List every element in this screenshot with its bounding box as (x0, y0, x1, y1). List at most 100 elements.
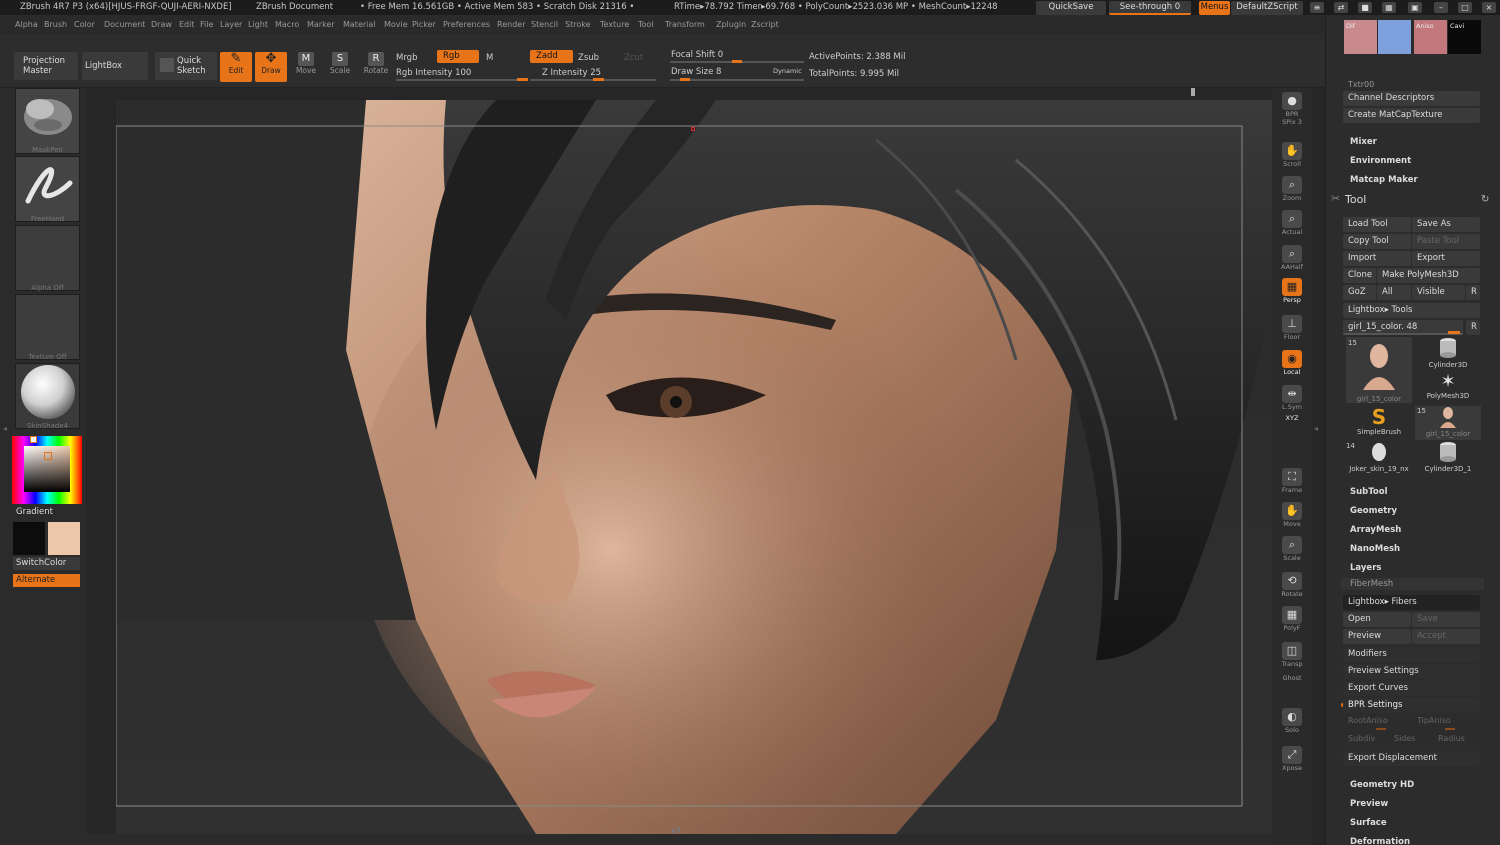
zsub-button[interactable]: Zsub (578, 53, 599, 63)
bpr-settings-section[interactable]: BPR Settings (1343, 698, 1480, 713)
sides-slider[interactable]: Sides (1394, 734, 1415, 743)
menus-button[interactable]: Menus (1199, 1, 1230, 15)
goz-all-button[interactable]: All (1377, 285, 1411, 300)
shelf-button-floor[interactable]: ⊥ Floor (1277, 313, 1307, 345)
z-intensity-handle[interactable] (593, 78, 604, 81)
open-button[interactable]: Open (1343, 612, 1411, 627)
tool-tile-cylinder[interactable]: Cylinder3D (1415, 337, 1481, 369)
menu-item[interactable]: Texture (600, 16, 629, 34)
menu-item[interactable]: Color (74, 16, 95, 34)
minimize-icon[interactable]: – (1434, 2, 1448, 13)
maximize-icon[interactable]: □ (1458, 2, 1472, 13)
rgb-intensity-handle[interactable] (517, 78, 528, 81)
menu-item[interactable]: Brush (44, 16, 67, 34)
layout-icon[interactable]: ≡ (1310, 2, 1324, 13)
scale-button[interactable]: S Scale (324, 52, 356, 82)
material-thumbnail[interactable] (15, 363, 80, 429)
geometry-section[interactable]: Geometry (1350, 506, 1397, 516)
environment-section[interactable]: Environment (1350, 156, 1411, 166)
paste-tool-button[interactable]: Paste Tool (1412, 234, 1480, 249)
color-picker[interactable] (12, 436, 82, 504)
shelf-button-scale[interactable]: ⌕ Scale (1277, 534, 1307, 566)
menu-item[interactable]: Preferences (443, 16, 490, 34)
default-zscript-button[interactable]: DefaultZScript (1231, 1, 1303, 15)
draw-size-slider[interactable]: Draw Size 8 (671, 67, 721, 77)
projection-master-button[interactable]: Projection Master (14, 52, 78, 80)
rootaniso-handle[interactable] (1376, 728, 1386, 730)
refresh-icon[interactable]: ↻ (1481, 194, 1489, 205)
gradient-label[interactable]: Gradient (16, 507, 53, 517)
menu-item[interactable]: Stencil (531, 16, 558, 34)
current-tool-r-button[interactable]: R (1466, 320, 1480, 335)
see-through-slider[interactable]: See-through 0 (1109, 1, 1191, 15)
preview-settings-section[interactable]: Preview Settings (1343, 664, 1480, 679)
menu-item[interactable]: Light (248, 16, 268, 34)
primary-color-swatch[interactable] (13, 522, 45, 555)
subdiv-slider[interactable]: Subdiv (1348, 734, 1375, 743)
focal-shift-slider[interactable]: Focal Shift 0 (671, 50, 723, 60)
z-intensity-slider[interactable]: Z Intensity 25 (542, 68, 601, 78)
rotate-button[interactable]: R Rotate (360, 52, 392, 82)
alternate-button[interactable]: Alternate (13, 574, 80, 587)
goz-visible-button[interactable]: Visible (1412, 285, 1465, 300)
tool-tile-girl[interactable]: 15 girl_15_color (1346, 337, 1412, 403)
fibermesh-section[interactable]: FiberMesh (1341, 578, 1484, 590)
palette-icon[interactable]: ▦ (1382, 2, 1396, 13)
menu-item[interactable]: Document (104, 16, 145, 34)
alpha-thumbnail[interactable] (15, 225, 80, 291)
menu-item[interactable]: Tool (638, 16, 654, 34)
swap-icon[interactable]: ⇄ (1334, 2, 1348, 13)
menu-item[interactable]: Macro (275, 16, 299, 34)
draw-button[interactable]: ✥ Draw (255, 52, 287, 82)
export-displacement-button[interactable]: Export Displacement (1343, 751, 1480, 766)
secondary-color-swatch[interactable] (48, 522, 80, 555)
geometry-hd-section[interactable]: Geometry HD (1350, 780, 1414, 790)
palette-divider[interactable] (1312, 88, 1325, 845)
hue-cursor[interactable] (30, 436, 37, 443)
shelf-button-xpose[interactable]: ⤢ Xpose (1277, 744, 1307, 776)
lock-icon[interactable]: ▣ (1408, 2, 1422, 13)
nanomesh-section[interactable]: NanoMesh (1350, 544, 1400, 554)
shelf-button-l-sym[interactable]: ⇹ L.Sym (1277, 383, 1307, 415)
shelf-button-polyf[interactable]: ▦ PolyF (1277, 604, 1307, 636)
shelf-button-frame[interactable]: ⛶ Frame (1277, 466, 1307, 498)
menu-item[interactable]: Alpha (15, 16, 38, 34)
load-tool-button[interactable]: Load Tool (1343, 217, 1411, 232)
menu-item[interactable]: Edit (179, 16, 195, 34)
focal-shift-handle[interactable] (732, 60, 742, 63)
rgb-intensity-slider[interactable]: Rgb Intensity 100 (396, 68, 471, 78)
brush-thumbnail[interactable] (15, 88, 80, 154)
tool-palette-title[interactable]: Tool (1345, 193, 1366, 206)
cavi-swatch[interactable]: Cavi (1448, 20, 1481, 54)
dif-swatch[interactable]: Dif (1344, 20, 1377, 54)
menu-item[interactable]: Marker (307, 16, 335, 34)
menu-item[interactable]: Movie (384, 16, 408, 34)
lightbox-button[interactable]: LightBox (82, 52, 148, 80)
arraymesh-section[interactable]: ArrayMesh (1350, 525, 1401, 535)
tool-tile-polymesh[interactable]: ✶ PolyMesh3D (1415, 372, 1481, 404)
menu-item[interactable]: Transform (665, 16, 705, 34)
shelf-button-persp[interactable]: ▦ Persp (1277, 276, 1307, 308)
shelf-button-aahalf[interactable]: ⌕ AAHalf (1277, 243, 1307, 275)
preview-section[interactable]: Preview (1350, 799, 1388, 809)
shelf-button-solo[interactable]: ◐ Solo (1277, 706, 1307, 738)
menu-item[interactable]: Zplugin (716, 16, 746, 34)
texture-thumbnail[interactable] (15, 294, 80, 360)
aniso-swatch[interactable]: Aniso (1414, 20, 1447, 54)
export-curves-section[interactable]: Export Curves (1343, 681, 1480, 696)
deformation-section[interactable]: Deformation (1350, 837, 1410, 845)
save-button[interactable]: Save (1412, 612, 1480, 627)
lightbox-fibers-button[interactable]: Lightbox▸ Fibers (1343, 595, 1480, 610)
color-cursor[interactable] (44, 452, 52, 460)
mixer-section[interactable]: Mixer (1350, 137, 1377, 147)
shelf-button-zoom[interactable]: ⌕ Zoom (1277, 174, 1307, 206)
mrgb-button[interactable]: Mrgb (396, 53, 417, 63)
menu-item[interactable]: Zscript (751, 16, 779, 34)
menu-item[interactable]: File (200, 16, 213, 34)
quicksave-button[interactable]: QuickSave (1036, 1, 1106, 15)
menu-item[interactable]: Layer (220, 16, 242, 34)
modifiers-section[interactable]: Modifiers (1343, 647, 1480, 662)
canvas-scroll-marker[interactable] (1191, 88, 1195, 96)
create-matcap-button[interactable]: Create MatCapTexture (1343, 108, 1480, 123)
zadd-button[interactable]: Zadd (530, 50, 573, 63)
